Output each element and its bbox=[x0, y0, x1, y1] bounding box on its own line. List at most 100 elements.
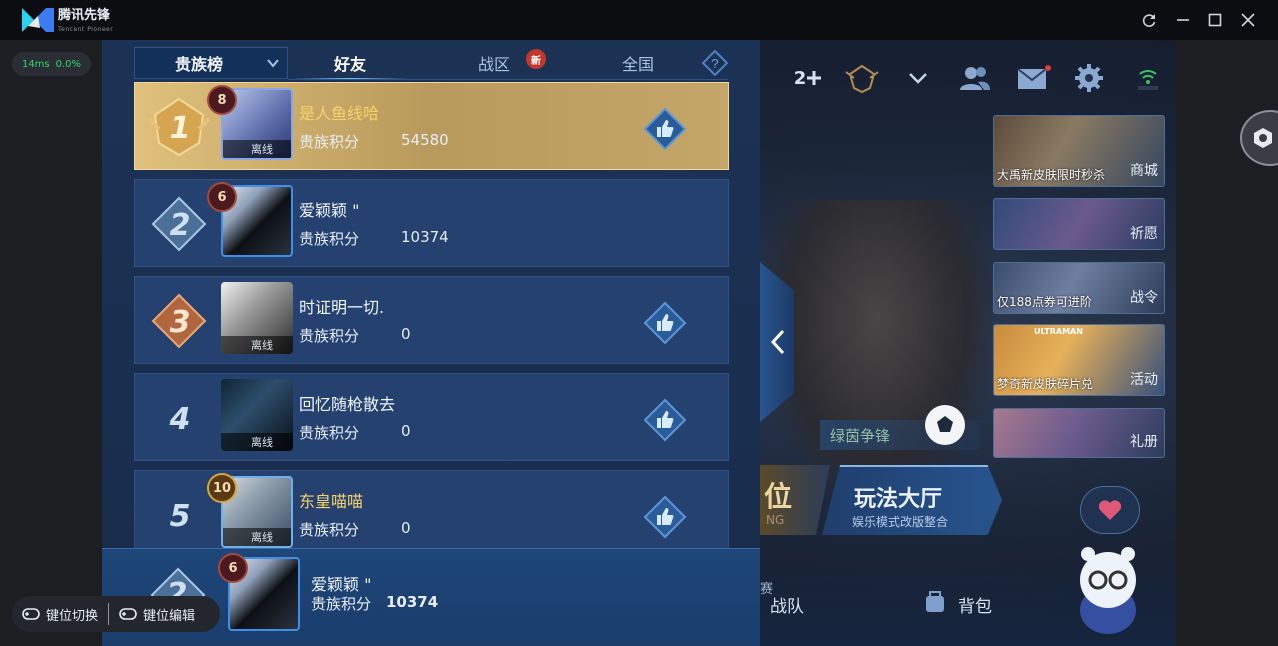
wifi-signal-icon bbox=[1138, 70, 1158, 90]
maximize-button[interactable] bbox=[1205, 10, 1225, 30]
avatar[interactable]: 离线 bbox=[221, 282, 293, 354]
event-card[interactable]: ULTRAMAN 梦奇新皮肤碎片兑 活动 bbox=[993, 324, 1165, 396]
chevron-down-icon[interactable] bbox=[906, 62, 930, 94]
tab-divider bbox=[288, 79, 728, 80]
leaderboard-panel: 贵族榜 好友 战区 新 全国 ? 1 离线 8 是人鱼线哈 贵族积分 54580… bbox=[102, 40, 760, 646]
score-label: 贵族积分 bbox=[299, 521, 360, 539]
leaderboard-row[interactable]: 5 离线 10 东皇喵喵 贵族积分 0 bbox=[134, 470, 729, 558]
score-label: 贵族积分 bbox=[299, 133, 360, 151]
rank-number: 5 bbox=[169, 498, 191, 534]
offline-status: 离线 bbox=[223, 528, 291, 546]
help-icon[interactable]: ? bbox=[702, 50, 728, 76]
game-view: 2 大禹新皮肤限时秒杀 商城 祈愿 仅188点券可进阶 战令 ULTRAMAN … bbox=[102, 40, 1176, 646]
score-value: 0 bbox=[401, 519, 411, 537]
avatar[interactable]: 离线 bbox=[221, 379, 293, 451]
player-name: 东皇喵喵 bbox=[299, 492, 364, 511]
like-button-icon[interactable] bbox=[643, 301, 687, 345]
minimize-button[interactable] bbox=[1173, 10, 1193, 30]
event-card-caption: 梦奇新皮肤碎片兑 bbox=[997, 377, 1094, 391]
brand-title: 腾讯先锋 bbox=[58, 8, 111, 23]
tab-national[interactable]: 全国 bbox=[618, 46, 658, 80]
friends-icon[interactable] bbox=[958, 62, 992, 94]
score-value: 54580 bbox=[401, 131, 449, 149]
maximize-icon bbox=[1208, 13, 1222, 27]
key-mapping-bar: 键位切换 键位编辑 bbox=[12, 596, 220, 632]
score-value: 0 bbox=[401, 422, 411, 440]
rank-number: 1 bbox=[169, 110, 191, 146]
rank-number: 2 bbox=[169, 207, 191, 243]
player-name: 回忆随枪散去 bbox=[299, 395, 396, 414]
rank-number: 3 bbox=[169, 304, 191, 340]
score-value: 0 bbox=[401, 325, 411, 343]
rank-emblem-icon[interactable] bbox=[842, 62, 882, 94]
score-label: 贵族积分 bbox=[299, 327, 360, 345]
plus-icon bbox=[807, 71, 822, 85]
mail-icon[interactable] bbox=[1016, 62, 1052, 94]
settings-gear-icon[interactable] bbox=[1072, 62, 1106, 94]
app-logo-icon bbox=[22, 8, 54, 32]
battle-pass-label: 战令 bbox=[1130, 290, 1158, 306]
chevron-down-icon bbox=[267, 59, 279, 68]
shop-card-caption: 大禹新皮肤限时秒杀 bbox=[997, 168, 1106, 182]
tab-friends-label: 好友 bbox=[333, 55, 366, 74]
game-modes-subtitle: 娱乐模式改版整合 bbox=[852, 515, 949, 529]
shop-card-label: 商城 bbox=[1130, 163, 1158, 179]
left-sidebar bbox=[0, 40, 102, 646]
player-name: 爱颖颖 " bbox=[299, 201, 360, 220]
leaderboard-tabs: 贵族榜 好友 战区 新 全国 ? bbox=[134, 46, 730, 80]
refresh-button[interactable] bbox=[1139, 10, 1159, 30]
tab-national-label: 全国 bbox=[621, 55, 654, 74]
score-label: 贵族积分 bbox=[299, 230, 360, 248]
leaderboard-row[interactable]: 4 离线 回忆随枪散去 贵族积分 0 bbox=[134, 373, 729, 461]
network-status: 14ms 0.0% bbox=[12, 52, 91, 76]
board-type-dropdown[interactable]: 贵族榜 bbox=[134, 47, 288, 79]
backpack-icon bbox=[926, 591, 944, 612]
game-modes-button[interactable]: 玩法大厅 娱乐模式改版整合 bbox=[822, 465, 1002, 535]
hexagon-icon bbox=[1254, 128, 1272, 148]
leaderboard-row[interactable]: 1 离线 8 是人鱼线哈 贵族积分 54580 bbox=[134, 82, 729, 170]
leaderboard-row[interactable]: 3 离线 时证明一切. 贵族积分 0 bbox=[134, 276, 729, 364]
team-nav-item[interactable]: 战队 bbox=[770, 592, 804, 617]
minimize-icon bbox=[1177, 19, 1189, 21]
gift-book-card[interactable]: 礼册 bbox=[993, 408, 1165, 458]
floating-ball-button[interactable] bbox=[1240, 110, 1278, 166]
svg-text:?: ? bbox=[711, 56, 718, 71]
noble-level-badge: 6 bbox=[207, 182, 237, 212]
battle-pass-card[interactable]: 仅188点券可进阶 战令 bbox=[993, 262, 1165, 314]
key-edit-button[interactable]: 键位编辑 bbox=[109, 605, 205, 624]
close-button[interactable] bbox=[1238, 10, 1258, 30]
add-friend-count[interactable]: 2 bbox=[790, 62, 826, 94]
chat-bubble-button[interactable] bbox=[1080, 486, 1140, 534]
mascot-icon bbox=[1080, 547, 1136, 634]
tab-friends[interactable]: 好友 bbox=[290, 46, 410, 80]
ranked-mode-title: 位 bbox=[764, 480, 793, 513]
hero-background bbox=[762, 200, 992, 500]
tab-region-label: 战区 bbox=[477, 55, 510, 74]
chevron-left-icon bbox=[770, 329, 785, 355]
battle-pass-caption: 仅188点券可进阶 bbox=[997, 295, 1092, 309]
my-noble-level-badge: 6 bbox=[218, 553, 248, 583]
right-sidebar bbox=[1176, 40, 1278, 646]
offline-status: 离线 bbox=[223, 140, 291, 158]
like-button-icon[interactable] bbox=[643, 107, 687, 151]
shop-card[interactable]: 大禹新皮肤限时秒杀 商城 bbox=[993, 115, 1165, 187]
score-value: 10374 bbox=[401, 228, 449, 246]
like-button-icon[interactable] bbox=[643, 495, 687, 539]
ranked-mode-button[interactable]: 位 NG bbox=[760, 465, 830, 535]
gamepad-edit-icon bbox=[119, 608, 137, 620]
bag-nav-item[interactable]: 背包 bbox=[958, 592, 992, 617]
title-bar: 腾讯先锋 Tencent Pioneer bbox=[0, 0, 1278, 40]
packet-loss-value: 0.0% bbox=[55, 58, 82, 70]
wish-card[interactable]: 祈愿 bbox=[993, 198, 1165, 250]
event-title: 绿茵争锋 bbox=[830, 426, 891, 445]
score-label: 贵族积分 bbox=[299, 424, 360, 442]
tab-region[interactable]: 战区 bbox=[474, 46, 514, 80]
heart-icon bbox=[1098, 500, 1122, 520]
key-switch-button[interactable]: 键位切换 bbox=[12, 605, 108, 624]
close-icon bbox=[1241, 13, 1255, 27]
like-button-icon[interactable] bbox=[643, 398, 687, 442]
latency-value: 14ms bbox=[21, 58, 50, 70]
leaderboard-row[interactable]: 2 6 爱颖颖 " 贵族积分 10374 bbox=[134, 179, 729, 267]
refresh-icon bbox=[1142, 14, 1156, 27]
event-card-label: 活动 bbox=[1130, 372, 1158, 388]
